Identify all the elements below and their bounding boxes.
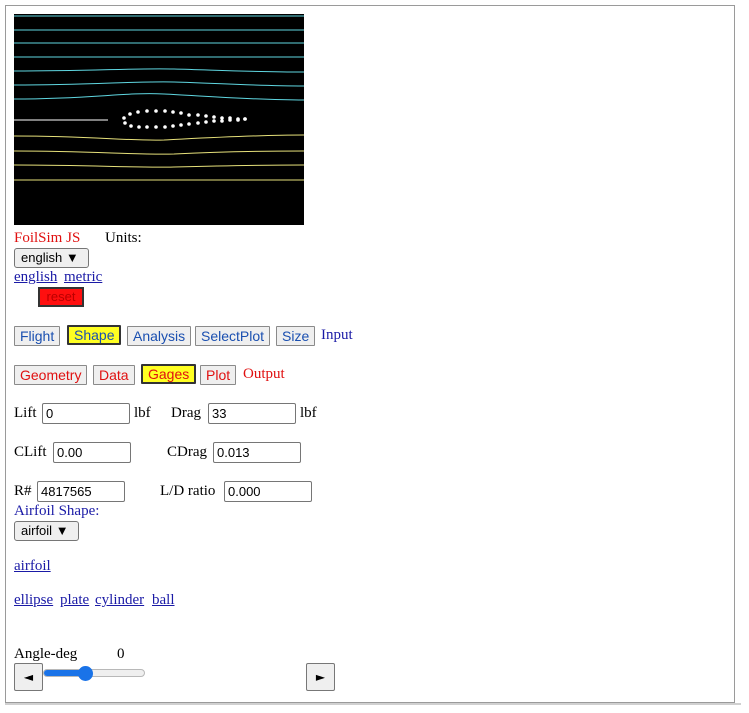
triangle-left-icon: ◄: [23, 670, 34, 684]
shape-link-cylinder[interactable]: cylinder: [95, 592, 144, 609]
cdrag-field[interactable]: [213, 442, 301, 463]
units-link-metric[interactable]: metric: [64, 269, 102, 286]
units-select[interactable]: english ▼: [14, 248, 89, 268]
airfoil-point: [145, 125, 149, 129]
airfoil-point: [204, 114, 208, 118]
clift-field[interactable]: [53, 442, 131, 463]
airfoil-point: [163, 125, 167, 129]
tab-gages[interactable]: Gages: [141, 364, 197, 384]
airfoil-point: [212, 115, 216, 119]
shape-select-value: airfoil: [21, 523, 53, 538]
streamline-upper: [14, 93, 304, 101]
streamline-lower: [14, 164, 304, 168]
triangle-right-icon: ►: [315, 670, 326, 684]
flow-canvas: [14, 14, 304, 225]
airfoil-point: [137, 125, 141, 129]
reynolds-field[interactable]: [37, 481, 125, 502]
drag-unit: lbf: [300, 405, 317, 421]
airfoil-body: [122, 109, 247, 129]
airfoil-point: [179, 111, 183, 115]
tab-plot[interactable]: Plot: [200, 365, 237, 385]
drag-field[interactable]: [208, 403, 296, 424]
chevron-down-icon: ▼: [55, 523, 69, 538]
output-label: Output: [243, 366, 285, 382]
airfoil-point: [154, 109, 158, 113]
app-title: FoilSim JS: [14, 230, 81, 246]
airfoil-point: [128, 112, 132, 116]
angle-slider[interactable]: [43, 669, 145, 677]
flow-svg: [14, 15, 304, 181]
angle-label: Angle-deg: [14, 646, 78, 662]
lift-label: Lift: [14, 405, 37, 421]
airfoil-point: [122, 116, 126, 120]
input-label: Input: [321, 327, 353, 343]
airfoil-point: [179, 123, 183, 127]
cdrag-label: CDrag: [167, 444, 207, 460]
airfoil-point: [163, 109, 167, 113]
page-frame-bottom: [5, 703, 741, 705]
tab-selectplot[interactable]: SelectPlot: [195, 326, 271, 346]
streamline-lower: [14, 150, 304, 155]
lift-unit: lbf: [134, 405, 151, 421]
airfoil-point: [187, 122, 191, 126]
units-select-value: english: [21, 250, 63, 265]
airfoil-point: [171, 110, 175, 114]
airfoil-point: [228, 118, 232, 122]
airfoil-point: [196, 113, 200, 117]
airfoil-point: [187, 113, 191, 117]
airfoil-point: [136, 110, 140, 114]
streamline-upper: [14, 81, 304, 87]
streamline-upper: [14, 68, 304, 73]
angle-decrease-button[interactable]: ◄: [14, 663, 43, 691]
units-label: Units:: [105, 230, 142, 246]
airfoil-point: [243, 117, 247, 121]
ld-ratio-field[interactable]: [224, 481, 312, 502]
airfoil-point: [154, 125, 158, 129]
clift-label: CLift: [14, 444, 47, 460]
shape-link-ball[interactable]: ball: [152, 592, 175, 609]
airfoil-point: [204, 120, 208, 124]
tab-shape[interactable]: Shape: [67, 325, 122, 345]
airfoil-point: [145, 109, 149, 113]
tab-geometry[interactable]: Geometry: [14, 365, 88, 385]
tab-size[interactable]: Size: [276, 326, 316, 346]
lift-field[interactable]: [42, 403, 130, 424]
ld-ratio-label: L/D ratio: [160, 483, 216, 499]
airfoil-point: [220, 119, 224, 123]
airfoil-shape-label: Airfoil Shape:: [14, 503, 100, 519]
reset-button[interactable]: reset: [38, 287, 84, 307]
units-link-english[interactable]: english: [14, 269, 57, 286]
tab-flight[interactable]: Flight: [14, 326, 61, 346]
shape-select[interactable]: airfoil ▼: [14, 521, 79, 541]
angle-slider-thumb[interactable]: [77, 666, 93, 681]
drag-label: Drag: [171, 405, 201, 421]
airfoil-point: [196, 121, 200, 125]
airfoil-point: [212, 119, 216, 123]
shape-link-plate[interactable]: plate: [60, 592, 89, 609]
shape-link-ellipse[interactable]: ellipse: [14, 592, 53, 609]
tab-analysis[interactable]: Analysis: [127, 326, 192, 346]
airfoil-point: [236, 118, 240, 122]
shape-link-airfoil[interactable]: airfoil: [14, 558, 51, 575]
airfoil-point: [171, 124, 175, 128]
airfoil-point: [129, 124, 133, 128]
streamline-lower: [14, 134, 304, 141]
airfoil-point: [123, 121, 127, 125]
reynolds-label: R#: [14, 483, 32, 499]
angle-value: 0: [117, 646, 125, 662]
angle-increase-button[interactable]: ►: [306, 663, 335, 691]
tab-data[interactable]: Data: [93, 365, 135, 385]
chevron-down-icon: ▼: [65, 250, 79, 265]
